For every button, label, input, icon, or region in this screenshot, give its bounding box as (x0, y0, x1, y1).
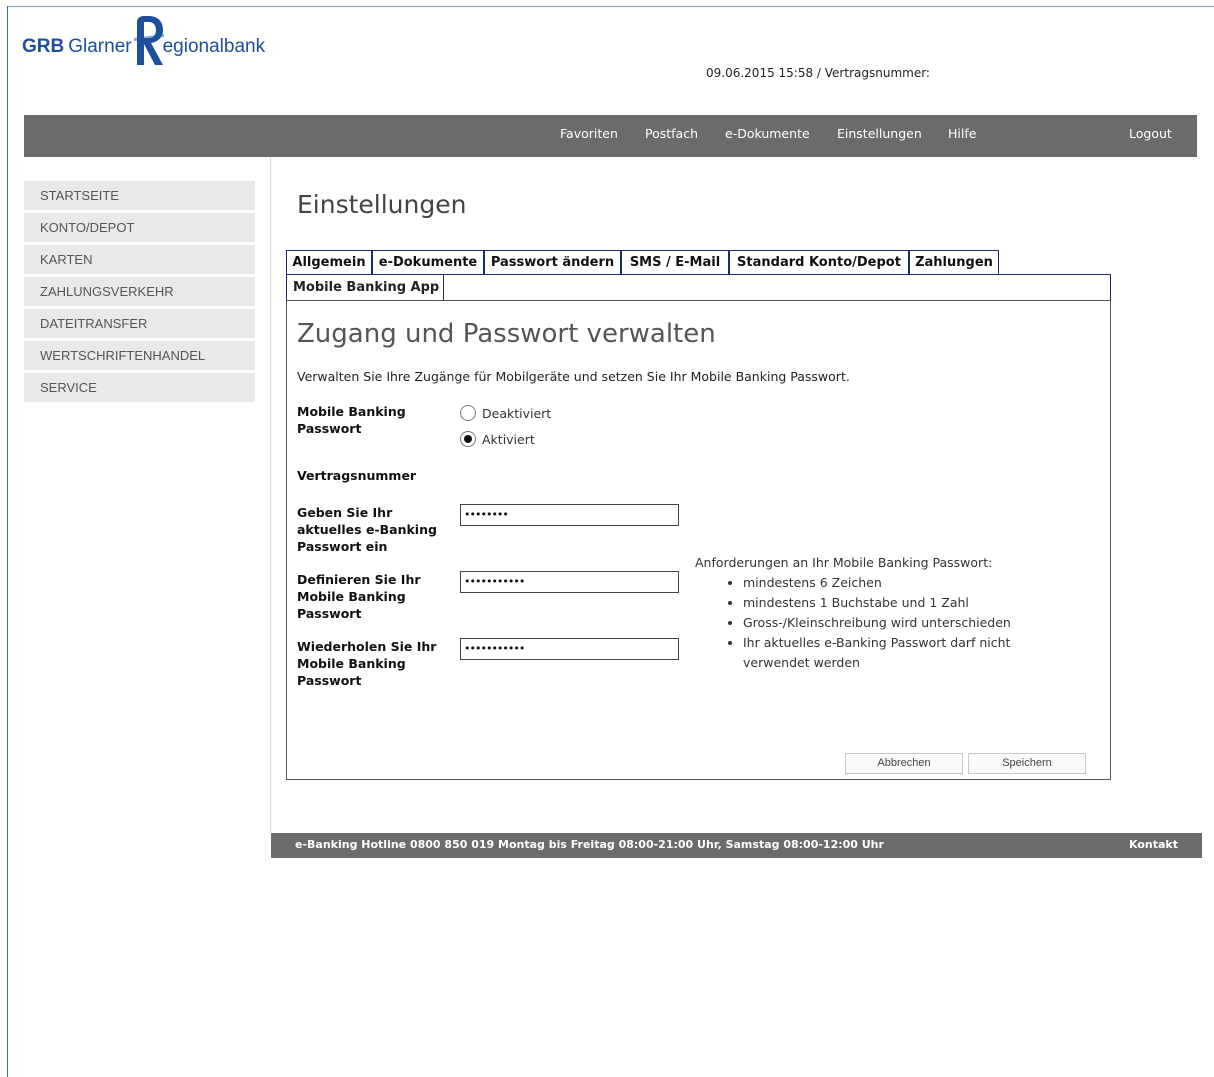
nav-favoriten[interactable]: Favoriten (560, 126, 618, 141)
window-left-border (7, 6, 8, 1077)
tab-standard-konto-depot[interactable]: Standard Konto/Depot (729, 250, 909, 274)
page-title: Einstellungen (297, 190, 467, 219)
panel-intro: Verwalten Sie Ihre Zugänge für Mobilgerä… (297, 369, 850, 384)
panel-title: Zugang und Passwort verwalten (297, 319, 716, 349)
radio-deaktiviert[interactable]: Deaktiviert (460, 405, 551, 421)
new-pw-input[interactable]: ••••••••••• (460, 571, 679, 593)
repeat-pw-input[interactable]: ••••••••••• (460, 638, 679, 660)
radio-deaktiviert-label: Deaktiviert (482, 405, 552, 421)
settings-panel: Zugang und Passwort verwalten Verwalten … (286, 300, 1111, 780)
sidebar-item-konto-depot[interactable]: KONTO/DEPOT (24, 213, 255, 242)
mobile-pw-label: Mobile Banking Passwort (297, 404, 406, 436)
tab-passwort-aendern[interactable]: Passwort ändern (484, 250, 621, 274)
repeat-pw-label: Wiederholen Sie Ihr Mobile Banking Passw… (297, 639, 437, 688)
logo-abbr: GRB (22, 36, 65, 57)
cancel-button[interactable]: Abbrechen (845, 753, 963, 774)
save-button[interactable]: Speichern (968, 753, 1086, 774)
requirements-title: Anforderungen an Ihr Mobile Banking Pass… (695, 555, 993, 570)
tab-allgemein[interactable]: Allgemein (286, 250, 372, 274)
tab-zahlungen[interactable]: Zahlungen (909, 250, 999, 274)
tab-sms-email[interactable]: SMS / E-Mail (621, 250, 729, 274)
requirement-item: Ihr aktuelles e-Banking Passwort darf ni… (743, 633, 1015, 673)
logo-name-part2: egionalbank (162, 36, 266, 57)
radio-deaktiviert-icon[interactable] (460, 405, 476, 421)
sidebar: STARTSEITE KONTO/DEPOT KARTEN ZAHLUNGSVE… (24, 181, 255, 405)
logo-r-icon (133, 16, 164, 65)
sidebar-item-dateitransfer[interactable]: DATEITRANSFER (24, 309, 255, 338)
contract-label: Vertragsnummer (297, 468, 417, 483)
top-navigation: Favoriten Postfach e-Dokumente Einstellu… (24, 115, 1197, 157)
session-datetime: 09.06.2015 15:58 / Vertragsnummer: (706, 66, 930, 80)
nav-postfach[interactable]: Postfach (645, 126, 698, 141)
hotline-info: e-Banking Hotline 0800 850 019 Montag bi… (295, 838, 884, 851)
nav-hilfe[interactable]: Hilfe (948, 126, 976, 141)
footer-bar: e-Banking Hotline 0800 850 019 Montag bi… (271, 833, 1202, 858)
requirement-item: Gross-/Kleinschreibung wird unterschiede… (743, 613, 1015, 633)
radio-aktiviert[interactable]: Aktiviert (460, 431, 535, 447)
logo-name-part1: Glarner (68, 36, 132, 57)
sidebar-item-wertschriftenhandel[interactable]: WERTSCHRIFTENHANDEL (24, 341, 255, 370)
requirement-item: mindestens 1 Buchstabe und 1 Zahl (743, 593, 1015, 613)
sidebar-item-startseite[interactable]: STARTSEITE (24, 181, 255, 210)
sidebar-item-zahlungsverkehr[interactable]: ZAHLUNGSVERKEHR (24, 277, 255, 306)
radio-aktiviert-label: Aktiviert (482, 431, 535, 447)
requirements-list: mindestens 6 Zeichen mindestens 1 Buchst… (695, 573, 1015, 673)
password-requirements: Anforderungen an Ihr Mobile Banking Pass… (695, 553, 1015, 673)
new-pw-label: Definieren Sie Ihr Mobile Banking Passwo… (297, 572, 421, 621)
sidebar-item-karten[interactable]: KARTEN (24, 245, 255, 274)
tab-e-dokumente[interactable]: e-Dokumente (372, 250, 484, 274)
contact-link[interactable]: Kontakt (1129, 838, 1178, 851)
current-pw-input[interactable]: •••••••• (460, 504, 679, 526)
sidebar-item-service[interactable]: SERVICE (24, 373, 255, 402)
current-pw-label: Geben Sie Ihr aktuelles e-Banking Passwo… (297, 505, 437, 554)
content-divider (270, 157, 271, 833)
nav-e-dokumente[interactable]: e-Dokumente (725, 126, 810, 141)
tab-mobile-banking-app[interactable]: Mobile Banking App (286, 274, 444, 301)
requirement-item: mindestens 6 Zeichen (743, 573, 1015, 593)
bank-logo[interactable]: GRB Glarner egionalbank (22, 14, 265, 66)
radio-aktiviert-icon[interactable] (460, 431, 476, 447)
nav-einstellungen[interactable]: Einstellungen (837, 126, 922, 141)
window-top-border (7, 6, 1214, 7)
logout-link[interactable]: Logout (1129, 126, 1172, 141)
